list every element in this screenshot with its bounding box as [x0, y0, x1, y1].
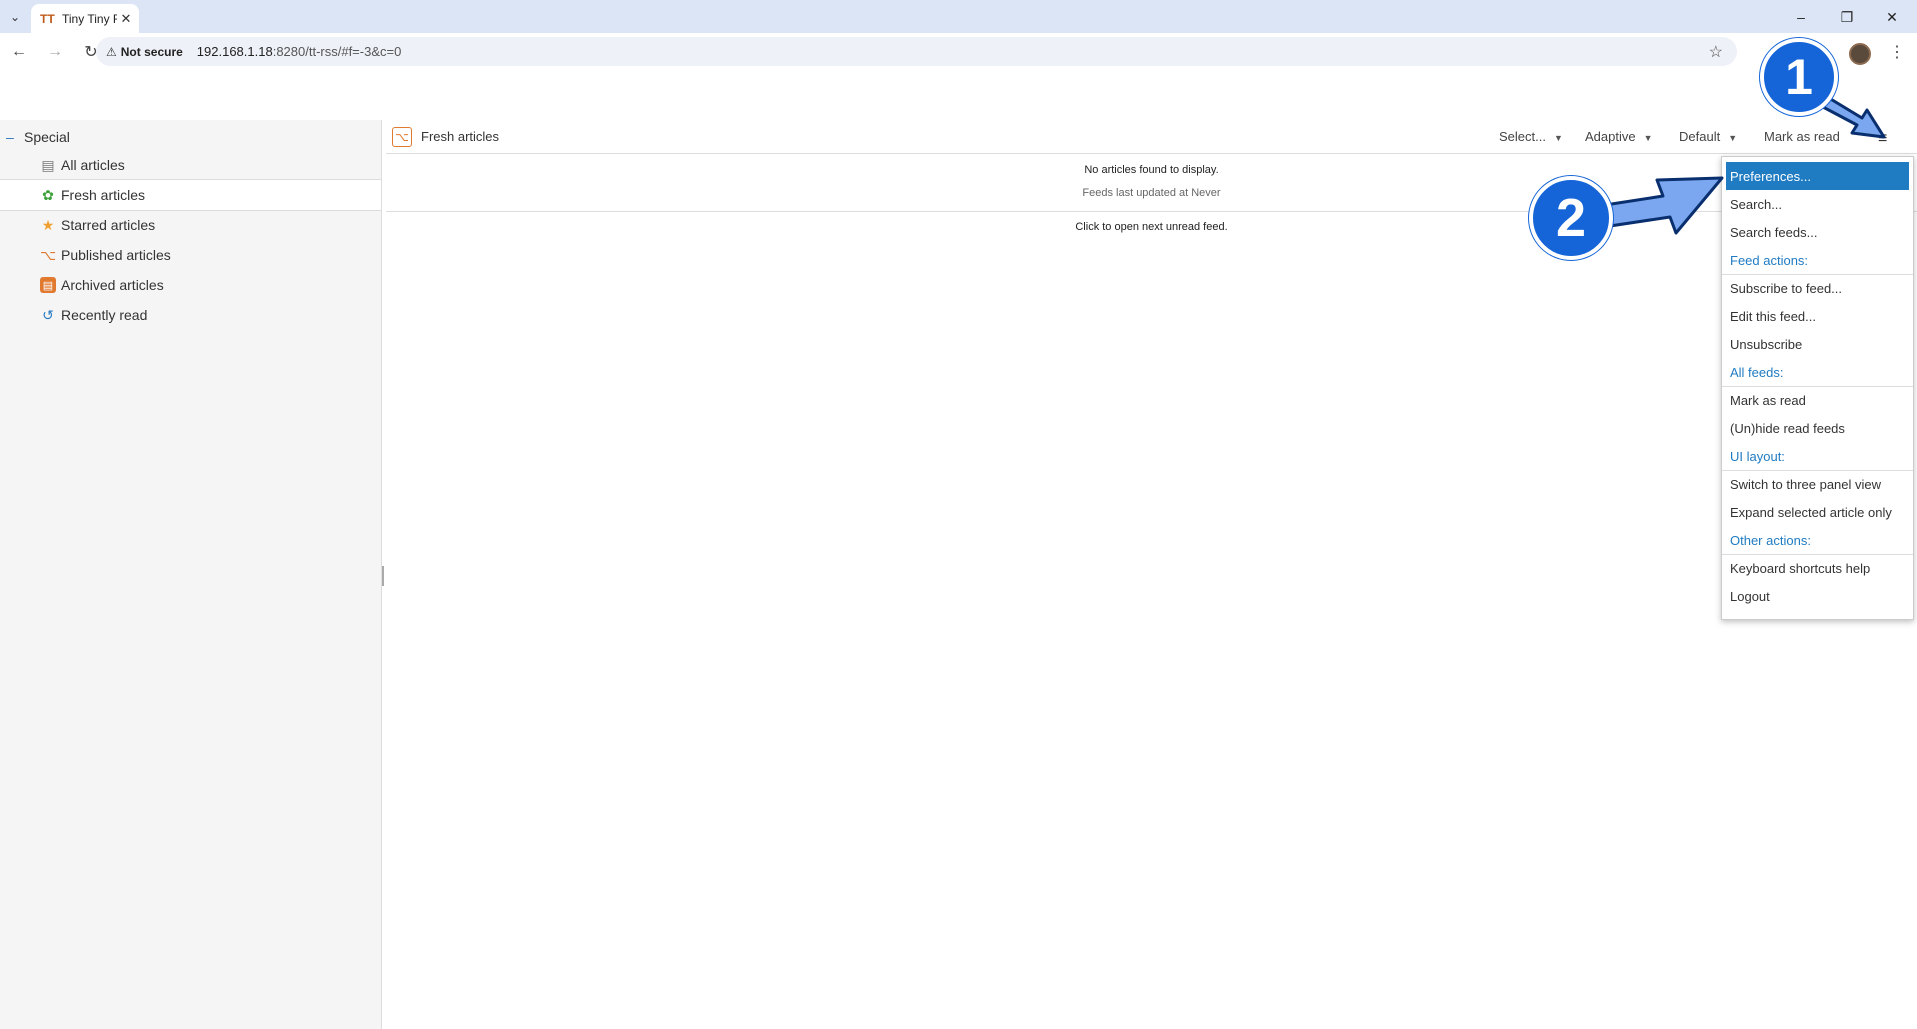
menu-section-label: Other actions:: [1730, 532, 1811, 548]
profile-avatar[interactable]: [1849, 43, 1871, 65]
feed-rss-icon: ⌥: [392, 127, 412, 147]
bookmark-star-icon[interactable]: ☆: [1709, 42, 1723, 62]
inbox-icon: ▤: [41, 156, 55, 173]
window-close-icon[interactable]: ✕: [1877, 6, 1907, 28]
tab-search-chevron-icon[interactable]: ⌄: [4, 6, 26, 28]
sidebar-resize-handle[interactable]: [382, 566, 384, 586]
menu-section-label: Feed actions:: [1730, 252, 1809, 268]
view-mode-dropdown[interactable]: Adaptive ▼: [1585, 129, 1653, 144]
category-label: Special: [24, 129, 70, 145]
actions-dropdown-menu: Preferences... Search... Search feeds...…: [1721, 156, 1914, 620]
select-label: Select...: [1499, 129, 1546, 144]
menu-item-unsubscribe[interactable]: Unsubscribe: [1722, 330, 1913, 358]
menu-item-label: Expand selected article only: [1730, 504, 1892, 520]
select-dropdown[interactable]: Select... ▼: [1499, 129, 1563, 144]
browser-tab-strip: ⌄ TT Tiny Tiny RSS ✕ – ❐ ✕: [0, 0, 1917, 33]
menu-item-three-panel[interactable]: Switch to three panel view: [1722, 470, 1913, 498]
no-articles-message: No articles found to display.: [1084, 164, 1219, 176]
menu-item-subscribe[interactable]: Subscribe to feed...: [1722, 274, 1913, 302]
feed-starred-articles[interactable]: ★ Starred articles: [0, 210, 381, 240]
current-feed-title: Fresh articles: [421, 129, 500, 144]
menu-section-feed-actions: Feed actions:: [1722, 246, 1913, 275]
fresh-icon: ✿: [42, 186, 54, 203]
order-label: Default: [1679, 129, 1721, 144]
feed-label: Fresh articles: [61, 187, 146, 203]
menu-item-label: Preferences...: [1730, 168, 1811, 184]
not-secure-label[interactable]: Not secure: [121, 45, 183, 59]
tab-title: Tiny Tiny RSS: [62, 11, 117, 26]
url-path: :8280/tt-rss/#f=-3&c=0: [272, 44, 402, 59]
forward-icon[interactable]: →: [42, 39, 68, 65]
menu-section-label: All feeds:: [1730, 364, 1784, 380]
mark-as-read-label: Mark as read: [1764, 129, 1840, 144]
star-icon: ★: [41, 216, 55, 233]
menu-item-mark-as-read[interactable]: Mark as read: [1722, 386, 1913, 414]
menu-item-keyboard-shortcuts[interactable]: Keyboard shortcuts help: [1722, 554, 1913, 582]
menu-item-label: Keyboard shortcuts help: [1730, 560, 1871, 576]
restore-icon[interactable]: ❐: [1832, 6, 1862, 28]
menu-item-search-feeds[interactable]: Search feeds...: [1722, 218, 1913, 246]
menu-item-label: Search feeds...: [1730, 224, 1818, 240]
menu-item-search[interactable]: Search...: [1722, 190, 1913, 218]
menu-item-edit-feed[interactable]: Edit this feed...: [1722, 302, 1913, 330]
feed-tree-sidebar: – Special ▤ All articles ✿ Fresh article…: [0, 120, 382, 1029]
menu-item-logout[interactable]: Logout: [1722, 582, 1913, 610]
menu-item-label: Subscribe to feed...: [1730, 280, 1843, 296]
feed-label: All articles: [61, 157, 125, 173]
next-unread-link[interactable]: Click to open next unread feed.: [386, 221, 1917, 233]
last-updated-message: Feeds last updated at Never: [1082, 187, 1221, 199]
browser-menu-icon[interactable]: ⋮: [1889, 42, 1905, 62]
category-special[interactable]: – Special: [0, 126, 70, 148]
order-dropdown[interactable]: Default ▼: [1679, 129, 1737, 144]
menu-item-label: Search...: [1730, 196, 1783, 212]
url-text[interactable]: 192.168.1.18:8280/tt-rss/#f=-3&c=0: [197, 44, 402, 59]
back-icon[interactable]: ←: [6, 39, 32, 65]
feed-archived-articles[interactable]: ▤ Archived articles: [0, 270, 381, 300]
step-1-badge: 1: [1760, 38, 1838, 116]
caret-down-icon: ▼: [1728, 133, 1738, 143]
menu-item-label: Logout: [1730, 588, 1770, 604]
feed-fresh-articles[interactable]: ✿ Fresh articles: [0, 179, 381, 211]
feed-published-articles[interactable]: ⌥ Published articles: [0, 240, 381, 270]
browser-toolbar: ← → ↻ ⚠ Not secure 192.168.1.18:8280/tt-…: [0, 33, 1917, 70]
warning-icon: ⚠: [106, 44, 117, 59]
caret-down-icon: ▼: [1553, 133, 1563, 143]
collapse-icon[interactable]: –: [6, 129, 16, 145]
feed-recently-read[interactable]: ↺ Recently read: [0, 300, 381, 330]
menu-section-ui-layout: UI layout:: [1722, 442, 1913, 471]
feed-label: Recently read: [61, 307, 148, 323]
view-mode-label: Adaptive: [1585, 129, 1636, 144]
menu-section-all-feeds: All feeds:: [1722, 358, 1913, 387]
tt-rss-favicon-icon: TT: [40, 11, 55, 26]
menu-item-label: Unsubscribe: [1730, 336, 1803, 352]
mark-as-read-button[interactable]: Mark as read: [1764, 129, 1840, 144]
menu-item-preferences[interactable]: Preferences...: [1726, 162, 1909, 190]
menu-item-expand-selected[interactable]: Expand selected article only: [1722, 498, 1913, 526]
minimize-icon[interactable]: –: [1786, 6, 1816, 28]
menu-item-label: Edit this feed...: [1730, 308, 1816, 324]
menu-section-label: UI layout:: [1730, 448, 1785, 464]
history-icon: ↺: [42, 306, 54, 323]
rss-icon: ⌥: [39, 246, 57, 263]
headlines-toolbar: ⌥ Fresh articles Select... ▼ Adaptive ▼ De…: [386, 120, 1917, 154]
feed-all-articles[interactable]: ▤ All articles: [0, 150, 381, 180]
feed-label: Archived articles: [61, 277, 164, 293]
menu-item-label: Mark as read: [1730, 392, 1806, 408]
feed-label: Starred articles: [61, 217, 156, 233]
tab-close-icon[interactable]: ✕: [117, 11, 135, 27]
url-host: 192.168.1.18: [196, 44, 273, 59]
menu-section-other-actions: Other actions:: [1722, 526, 1913, 555]
menu-item-label: (Un)hide read feeds: [1730, 420, 1845, 436]
feed-label: Published articles: [61, 247, 171, 263]
step-2-badge: 2: [1529, 176, 1613, 260]
menu-item-hide-read-feeds[interactable]: (Un)hide read feeds: [1722, 414, 1913, 442]
address-bar[interactable]: ⚠ Not secure 192.168.1.18:8280/tt-rss/#f…: [96, 37, 1737, 66]
content-divider: [386, 211, 1917, 212]
caret-down-icon: ▼: [1643, 133, 1653, 143]
archive-icon: ▤: [40, 277, 56, 293]
browser-tab[interactable]: TT Tiny Tiny RSS ✕: [31, 4, 139, 33]
actions-menu-hamburger-icon[interactable]: ≡: [1878, 131, 1894, 147]
menu-item-label: Switch to three panel view: [1730, 476, 1882, 492]
